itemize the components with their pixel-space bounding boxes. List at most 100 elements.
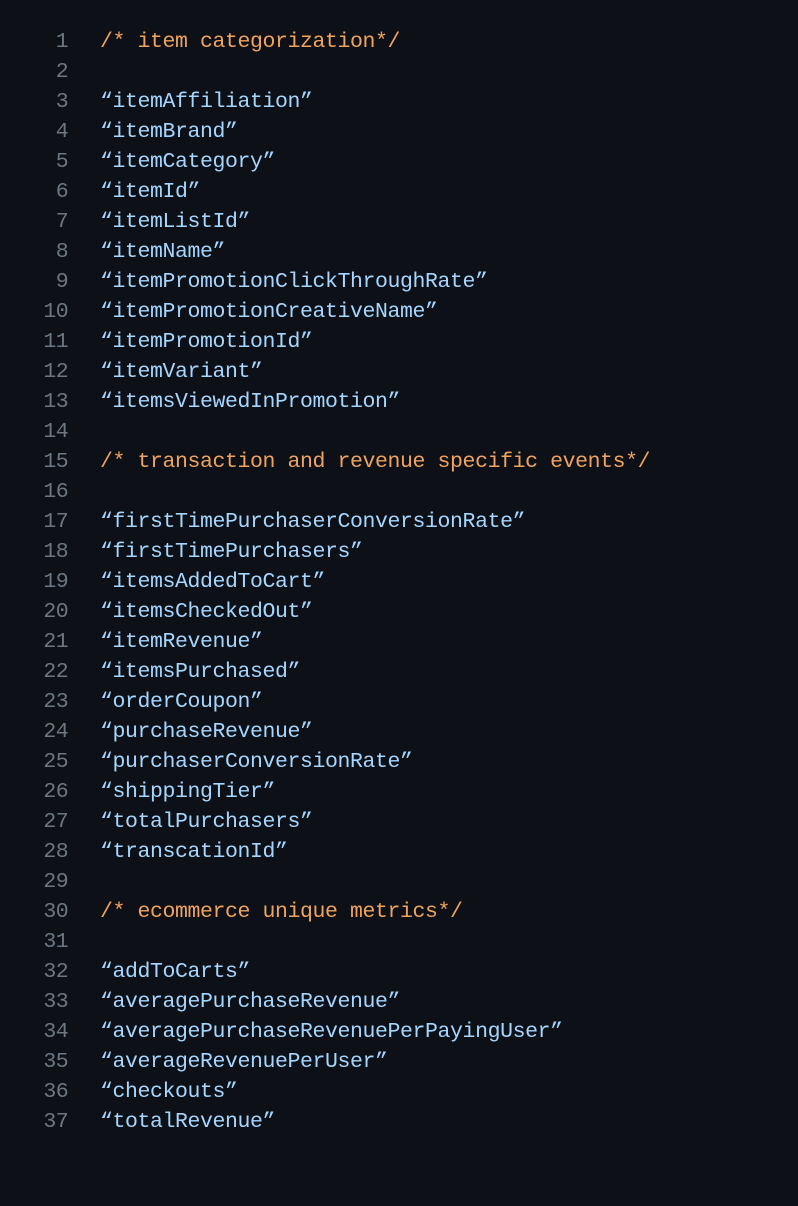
code-line-blank[interactable]: 31 [0,927,798,957]
code-line[interactable]: 28 “transcationId” [0,837,798,867]
code-line[interactable]: 23 “orderCoupon” [0,687,798,717]
code-string: “purchaserConversionRate” [100,750,413,774]
code-string: “purchaseRevenue” [100,720,313,744]
line-number: 14 [43,420,68,444]
line-number: 2 [55,60,69,84]
line-number: 20 [43,600,68,624]
code-line[interactable]: 34 “averagePurchaseRevenuePerPayingUser” [0,1017,798,1047]
code-string: “itemPromotionId” [100,330,313,354]
code-line[interactable]: 6 “itemId” [0,177,798,207]
line-number: 31 [43,930,68,954]
code-line[interactable]: 7 “itemListId” [0,207,798,237]
line-number: 19 [43,570,68,594]
code-line[interactable]: 5 “itemCategory” [0,147,798,177]
code-string: “itemVariant” [100,360,263,384]
code-line-comment[interactable]: 1 /* item categorization*/ [0,27,798,57]
code-string: “orderCoupon” [100,690,263,714]
code-line[interactable]: 19 “itemsAddedToCart” [0,567,798,597]
line-number: 15 [43,450,68,474]
code-line[interactable]: 8 “itemName” [0,237,798,267]
line-number: 30 [43,900,68,924]
code-string: “itemsPurchased” [100,660,301,684]
line-number: 26 [43,780,68,804]
code-line[interactable]: 25 “purchaserConversionRate” [0,747,798,777]
code-comment: /* item categorization*/ [100,30,401,54]
code-string: “averagePurchaseRevenue” [100,990,401,1014]
line-number: 23 [43,690,68,714]
line-number: 5 [55,150,69,174]
code-line[interactable]: 9 “itemPromotionClickThroughRate” [0,267,798,297]
code-line[interactable]: 18 “firstTimePurchasers” [0,537,798,567]
code-line-blank[interactable]: 29 [0,867,798,897]
code-line[interactable]: 22 “itemsPurchased” [0,657,798,687]
line-number: 16 [43,480,68,504]
code-line[interactable]: 35 “averageRevenuePerUser” [0,1047,798,1077]
code-line[interactable]: 24 “purchaseRevenue” [0,717,798,747]
line-number: 27 [43,810,68,834]
code-line[interactable]: 32 “addToCarts” [0,957,798,987]
code-line[interactable]: 12 “itemVariant” [0,357,798,387]
code-line[interactable]: 10 “itemPromotionCreativeName” [0,297,798,327]
code-string: “itemsCheckedOut” [100,600,313,624]
line-number: 33 [43,990,68,1014]
code-line[interactable]: 3 “itemAffiliation” [0,87,798,117]
line-number: 4 [55,120,69,144]
code-line[interactable]: 17 “firstTimePurchaserConversionRate” [0,507,798,537]
code-string: “firstTimePurchasers” [100,540,363,564]
line-number: 21 [43,630,68,654]
code-line-comment[interactable]: 15 /* transaction and revenue specific ev… [0,447,798,477]
code-line[interactable]: 21 “itemRevenue” [0,627,798,657]
line-number: 25 [43,750,68,774]
code-string: “averagePurchaseRevenuePerPayingUser” [100,1020,563,1044]
line-number: 29 [43,870,68,894]
line-number: 6 [55,180,69,204]
code-line-blank[interactable]: 2 [0,57,798,87]
line-number: 10 [43,300,68,324]
line-number: 11 [43,330,68,354]
code-string: “firstTimePurchaserConversionRate” [100,510,526,534]
line-number: 1 [55,30,69,54]
code-line[interactable]: 13 “itemsViewedInPromotion” [0,387,798,417]
code-string: “itemCategory” [100,150,276,174]
code-comment: /* transaction and revenue specific even… [100,450,651,474]
code-line[interactable]: 11 “itemPromotionId” [0,327,798,357]
line-number: 17 [43,510,68,534]
code-line[interactable]: 36 “checkouts” [0,1077,798,1107]
line-number: 13 [43,390,68,414]
code-string: “averageRevenuePerUser” [100,1050,388,1074]
line-number: 9 [55,270,69,294]
code-string: “shippingTier” [100,780,276,804]
code-string: “itemPromotionClickThroughRate” [100,270,488,294]
code-line[interactable]: 37 “totalRevenue” [0,1107,798,1137]
code-line[interactable]: 26 “shippingTier” [0,777,798,807]
code-string: “itemBrand” [100,120,238,144]
code-string: “itemsAddedToCart” [100,570,326,594]
line-number: 24 [43,720,68,744]
code-string: “itemsViewedInPromotion” [100,390,401,414]
line-number: 12 [43,360,68,384]
line-number: 28 [43,840,68,864]
code-line-blank[interactable]: 14 [0,417,798,447]
code-string: “itemName” [100,240,226,264]
code-comment: /* ecommerce unique metrics*/ [100,900,463,924]
line-number: 7 [55,210,69,234]
code-string: “itemId” [100,180,201,204]
line-number: 22 [43,660,68,684]
code-string: “totalRevenue” [100,1110,276,1134]
code-line-blank[interactable]: 16 [0,477,798,507]
code-line-comment[interactable]: 30 /* ecommerce unique metrics*/ [0,897,798,927]
code-string: “transcationId” [100,840,288,864]
code-string: “addToCarts” [100,960,251,984]
code-line[interactable]: 4 “itemBrand” [0,117,798,147]
line-number: 8 [55,240,69,264]
line-number: 32 [43,960,68,984]
code-string: “itemAffiliation” [100,90,313,114]
line-number: 34 [43,1020,68,1044]
code-string: “checkouts” [100,1080,238,1104]
code-line[interactable]: 33 “averagePurchaseRevenue” [0,987,798,1017]
code-editor[interactable]: 1/* item categorization*/2 3 “itemAffiliat… [0,27,798,1137]
code-line[interactable]: 20 “itemsCheckedOut” [0,597,798,627]
line-number: 37 [43,1110,68,1134]
code-string: “itemRevenue” [100,630,263,654]
code-line[interactable]: 27 “totalPurchasers” [0,807,798,837]
